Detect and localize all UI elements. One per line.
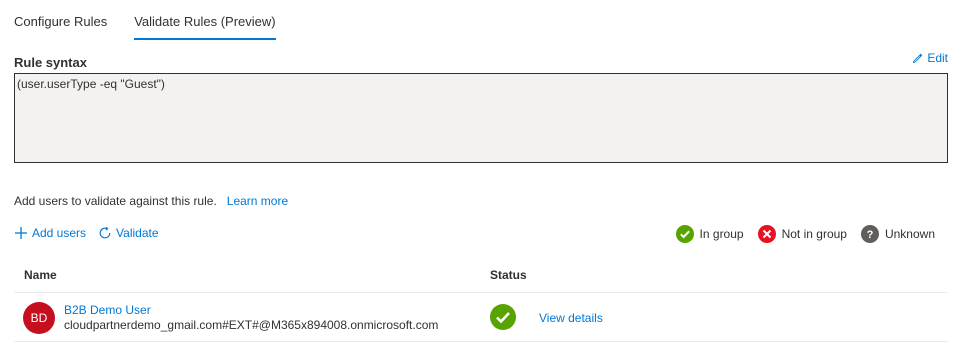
rule-syntax-textbox[interactable]: (user.userType -eq "Guest") xyxy=(14,73,948,163)
tab-configure-rules[interactable]: Configure Rules xyxy=(14,14,107,40)
column-header-name[interactable]: Name xyxy=(24,268,57,282)
learn-more-link[interactable]: Learn more xyxy=(227,194,288,208)
validate-description: Add users to validate against this rule.… xyxy=(14,194,288,208)
refresh-icon xyxy=(99,226,111,239)
svg-text:?: ? xyxy=(867,229,874,241)
validate-toolbar: Add users Validate xyxy=(14,226,171,240)
legend-unknown: ? Unknown xyxy=(860,225,935,243)
legend-unknown-label: Unknown xyxy=(884,227,935,241)
rule-syntax-label: Rule syntax xyxy=(14,55,87,70)
legend-in-group: In group xyxy=(675,225,744,243)
column-header-status[interactable]: Status xyxy=(490,268,527,282)
validate-description-text: Add users to validate against this rule. xyxy=(14,194,217,208)
table-row: BD B2B Demo User cloudpartnerdemo_gmail.… xyxy=(14,293,948,342)
users-table-header: Name Status xyxy=(14,263,948,293)
validate-button[interactable]: Validate xyxy=(98,226,159,240)
error-circle-icon xyxy=(757,225,776,243)
legend-not-in-group-label: Not in group xyxy=(781,227,847,241)
user-email: cloudpartnerdemo_gmail.com#EXT#@M365x894… xyxy=(64,318,439,332)
checkmark-circle-icon xyxy=(490,304,516,330)
user-name-link[interactable]: B2B Demo User xyxy=(64,303,151,317)
tab-validate-rules[interactable]: Validate Rules (Preview) xyxy=(134,14,276,40)
tab-bar: Configure Rules Validate Rules (Preview) xyxy=(14,14,276,40)
view-details-link[interactable]: View details xyxy=(539,311,603,325)
legend-not-in-group: Not in group xyxy=(757,225,847,243)
edit-label: Edit xyxy=(927,51,948,65)
status-legend: In group Not in group ? Unknown xyxy=(675,225,935,243)
avatar: BD xyxy=(23,302,55,334)
checkmark-circle-icon xyxy=(675,225,694,243)
validate-label: Validate xyxy=(116,226,159,240)
plus-icon xyxy=(15,227,27,239)
question-circle-icon: ? xyxy=(860,225,879,243)
add-users-button[interactable]: Add users xyxy=(14,226,86,240)
add-users-label: Add users xyxy=(32,226,87,240)
legend-in-group-label: In group xyxy=(699,227,744,241)
edit-button[interactable]: Edit xyxy=(912,51,948,65)
pencil-icon xyxy=(913,53,923,63)
